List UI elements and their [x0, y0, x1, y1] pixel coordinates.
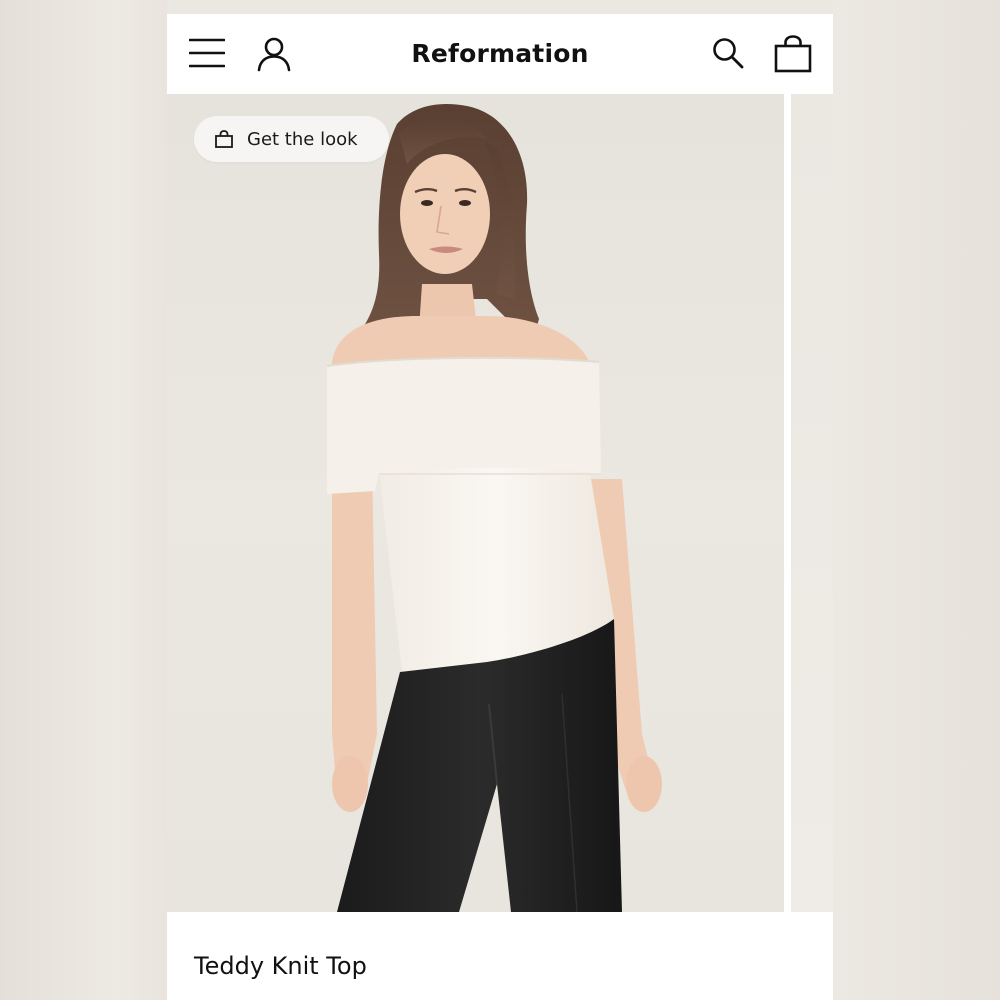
model-photo [326, 104, 662, 912]
backdrop-right [833, 0, 1000, 1000]
shopping-bag-icon [215, 130, 233, 148]
account-button[interactable] [256, 36, 292, 72]
next-image-peek[interactable] [791, 94, 833, 912]
menu-button[interactable] [188, 36, 226, 70]
product-title: Teddy Knit Top [194, 952, 367, 980]
get-the-look-button[interactable]: Get the look [194, 116, 389, 162]
account-icon [257, 37, 291, 72]
site-header: Reformation [167, 14, 833, 94]
menu-icon [188, 38, 226, 68]
backdrop-left [0, 0, 167, 1000]
search-button[interactable] [711, 36, 745, 70]
product-image[interactable] [167, 94, 784, 912]
cart-button[interactable] [773, 34, 813, 74]
get-the-look-label: Get the look [247, 128, 358, 150]
mobile-page: Reformation Get the look Teddy Knit Top [167, 14, 833, 1000]
search-icon [713, 38, 744, 69]
shopping-bag-icon [774, 35, 812, 73]
